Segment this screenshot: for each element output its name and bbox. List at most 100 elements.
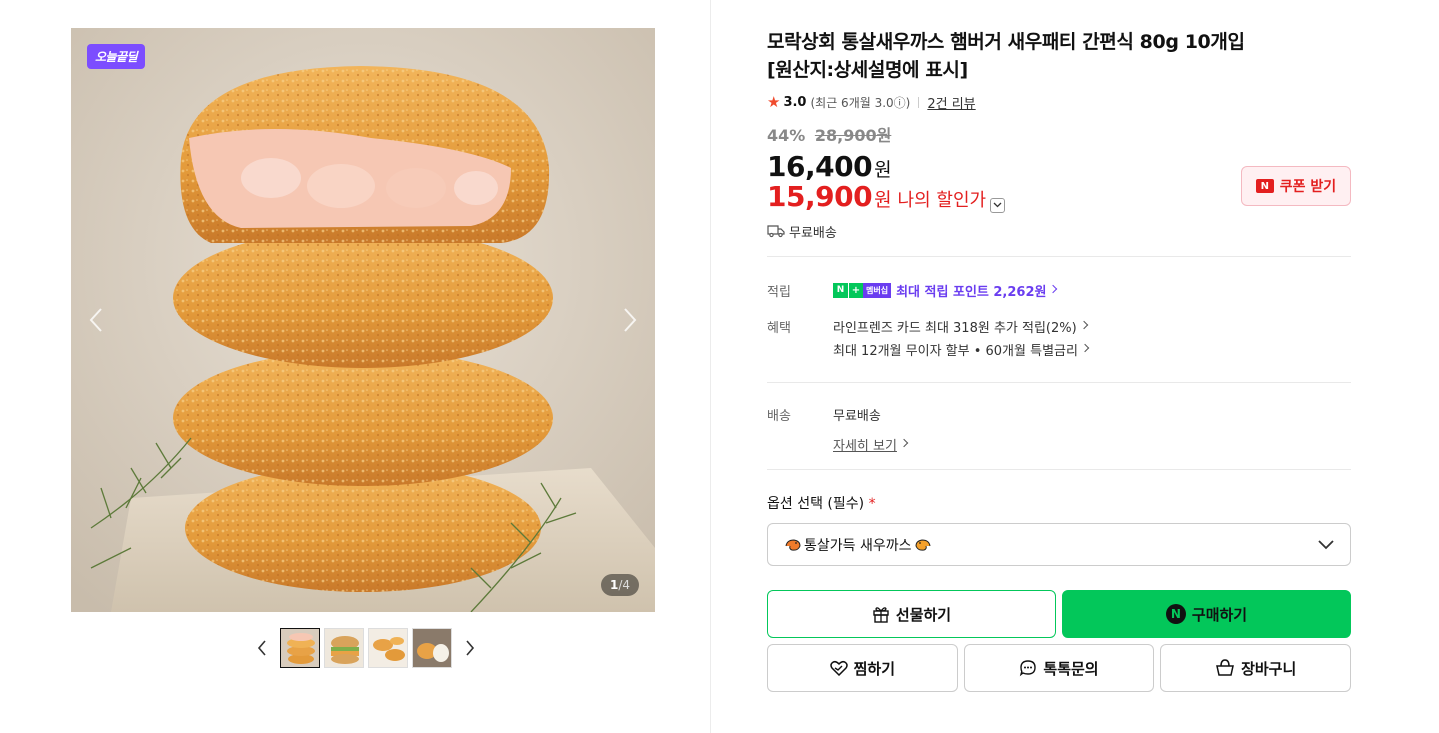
thumbnail-next-button[interactable] <box>458 628 482 668</box>
rating-recent[interactable]: (최근 6개월 3.0ⓘ) <box>810 94 910 111</box>
divider <box>767 382 1351 383</box>
buy-button[interactable]: N 구매하기 <box>1062 590 1351 638</box>
shrimp-emoji-icon <box>785 538 801 551</box>
shrimp-emoji-icon <box>914 538 930 551</box>
gallery-counter-total: /4 <box>618 578 630 592</box>
thumbnail-1[interactable] <box>280 628 320 668</box>
review-count-link[interactable]: 2건 리뷰 <box>927 93 975 112</box>
my-price-unit: 원 <box>874 189 892 211</box>
option-selected: 통살가득 새우까스 <box>784 535 932 555</box>
thumbnail-image <box>413 629 451 667</box>
points-text: 최대 적립 포인트 2,262원 <box>896 284 1047 300</box>
option-select[interactable]: 통살가득 새우까스 <box>767 523 1351 566</box>
thumbnail-image <box>369 629 407 667</box>
chevron-left-icon <box>89 308 102 332</box>
chevron-right-icon <box>899 438 909 448</box>
my-price-value: 15,900 <box>767 180 873 213</box>
chevron-right-icon <box>1049 284 1058 294</box>
points-link[interactable]: N + 멤버십 최대 적립 포인트 2,262원 <box>833 281 1351 300</box>
product-main-image[interactable]: 오늘끝딜 1/4 <box>71 28 655 612</box>
star-icon: ★ <box>767 93 781 111</box>
coupon-button[interactable]: N 쿠폰 받기 <box>1241 166 1351 206</box>
product-title: 모락상회 통살새우까스 햄버거 새우패티 간편식 80g 10개입 [원산지:상… <box>767 28 1351 84</box>
rating-separator <box>918 96 920 108</box>
shrimp-cutlet-stack-image <box>71 28 655 612</box>
thumbnail-image <box>325 629 363 667</box>
benefit-line1: 라인프렌즈 카드 최대 318원 추가 적립(2%) <box>833 320 1077 336</box>
option-label: 옵션 선택 (필수) * <box>767 493 1351 513</box>
sale-price-value: 16,400 <box>767 150 873 183</box>
required-mark: * <box>868 496 876 512</box>
gift-button[interactable]: 선물하기 <box>767 590 1056 638</box>
gift-button-label: 선물하기 <box>895 605 952 624</box>
thumbnail-strip <box>250 628 482 668</box>
divider <box>767 256 1351 257</box>
cart-button-label: 장바구니 <box>1241 659 1297 678</box>
shipping-row: 배송 무료배송 <box>767 405 1351 424</box>
thumbnail-2[interactable] <box>324 628 364 668</box>
shipping-summary: 무료배송 <box>767 220 1351 242</box>
npay-membership-label: 멤버십 <box>863 282 892 298</box>
chevron-left-icon <box>257 640 266 656</box>
gift-icon <box>873 607 889 623</box>
gallery-next-button[interactable] <box>617 306 641 334</box>
divider <box>767 469 1351 470</box>
coupon-icon: N <box>1255 179 1274 193</box>
coupon-button-label: 쿠폰 받기 <box>1279 179 1337 195</box>
original-price-row: 44% 28,900원 <box>767 122 1351 145</box>
shipping-detail-link[interactable]: 자세히 보기 <box>833 435 909 454</box>
shipping-more-row: 자세히 보기 <box>767 435 1351 454</box>
gallery-counter: 1/4 <box>600 574 639 596</box>
option-label-text: 옵션 선택 (필수) <box>767 496 865 512</box>
option-selected-text: 통살가득 새우까스 <box>804 537 912 554</box>
shopping-basket-icon <box>1216 659 1235 676</box>
rating-row: ★ 3.0 (최근 6개월 3.0ⓘ) 2건 리뷰 <box>767 92 1351 112</box>
thumbnail-4[interactable] <box>412 628 452 668</box>
buy-button-label: 구매하기 <box>1191 605 1248 624</box>
benefit-card-link[interactable]: 라인프렌즈 카드 최대 318원 추가 적립(2%) <box>833 317 1351 336</box>
npay-n: N <box>833 282 848 298</box>
rating-score: 3.0 <box>783 94 807 110</box>
chevron-down-icon <box>993 202 1002 208</box>
benefit-row: 혜택 라인프렌즈 카드 최대 318원 추가 적립(2%) 최대 12개월 무이… <box>767 317 1351 359</box>
secondary-actions: 찜하기 톡톡문의 장바구니 <box>767 644 1352 692</box>
today-deal-badge: 오늘끝딜 <box>87 44 146 69</box>
my-price-toggle[interactable] <box>990 197 1006 213</box>
shipping-summary-text: 무료배송 <box>789 225 837 241</box>
points-key: 적립 <box>767 284 791 300</box>
naver-pay-icon: N <box>1165 604 1186 624</box>
sale-price-unit: 원 <box>874 159 892 181</box>
product-title-line2: [원산지:상세설명에 표시] <box>767 59 968 81</box>
chevron-right-icon <box>624 308 637 332</box>
chat-bubble-icon <box>1020 660 1037 677</box>
shipping-key: 배송 <box>767 408 791 424</box>
wish-button-label: 찜하기 <box>853 659 896 678</box>
wish-button[interactable]: 찜하기 <box>767 644 958 692</box>
talk-inquiry-label: 톡톡문의 <box>1043 659 1099 678</box>
chevron-right-icon <box>1080 343 1090 353</box>
shipping-detail-text: 자세히 보기 <box>833 438 897 454</box>
benefit-installment-link[interactable]: 최대 12개월 무이자 할부 • 60개월 특별금리 <box>833 340 1351 359</box>
chevron-down-icon <box>1318 539 1334 549</box>
my-price-label: 나의 할인가 <box>897 190 987 211</box>
original-price: 28,900원 <box>814 126 892 145</box>
npay-plus: + <box>848 282 863 298</box>
talk-inquiry-button[interactable]: 톡톡문의 <box>963 644 1155 692</box>
cart-button[interactable]: 장바구니 <box>1160 644 1352 692</box>
npay-membership-icon: N + 멤버십 <box>833 282 892 298</box>
thumbnail-image <box>281 629 319 667</box>
heart-icon <box>829 660 848 676</box>
thumbnail-3[interactable] <box>368 628 408 668</box>
product-page: 오늘끝딜 1/4 모락상회 통살새우까스 햄버거 새우패티 간편식 80g 10… <box>0 0 1439 733</box>
product-info-panel: 모락상회 통살새우까스 햄버거 새우패티 간편식 80g 10개입 [원산지:상… <box>767 28 1352 692</box>
shipping-value: 무료배송 <box>833 408 881 424</box>
thumbnail-prev-button[interactable] <box>250 628 274 668</box>
benefit-key: 혜택 <box>767 321 791 336</box>
benefit-line2: 최대 12개월 무이자 할부 • 60개월 특별금리 <box>833 343 1078 359</box>
discount-rate: 44% <box>767 126 806 145</box>
column-divider <box>710 0 711 733</box>
points-row: 적립 N + 멤버십 최대 적립 포인트 2,262원 <box>767 281 1351 300</box>
gallery-prev-button[interactable] <box>85 306 109 334</box>
chevron-right-icon <box>1079 320 1088 330</box>
primary-actions: 선물하기 N 구매하기 <box>767 590 1351 638</box>
